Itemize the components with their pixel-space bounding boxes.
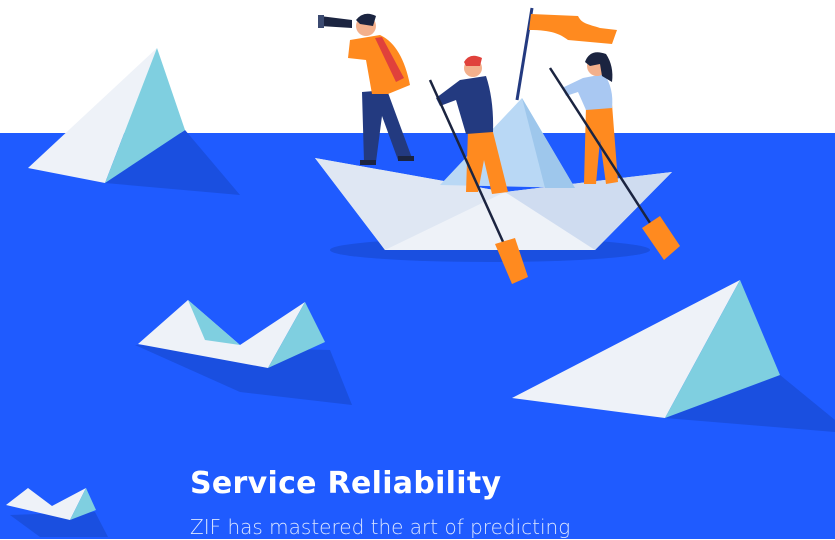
person-rowing-right xyxy=(562,52,618,184)
feature-description: ZIF has mastered the art of predicting xyxy=(190,515,571,539)
paper-iceberg-icon xyxy=(28,48,240,195)
hero-section: Service Reliability ZIF has mastered the… xyxy=(0,0,835,539)
paper-boat-icon xyxy=(135,300,352,405)
person-with-telescope xyxy=(348,13,414,165)
feature-card: Service Reliability ZIF has mastered the… xyxy=(190,466,750,540)
paper-iceberg-icon xyxy=(512,280,835,432)
feature-title: Service Reliability xyxy=(190,466,502,501)
paper-boats-illustration xyxy=(6,7,835,537)
telescope-icon xyxy=(318,15,352,28)
paper-boat-icon xyxy=(6,488,108,537)
